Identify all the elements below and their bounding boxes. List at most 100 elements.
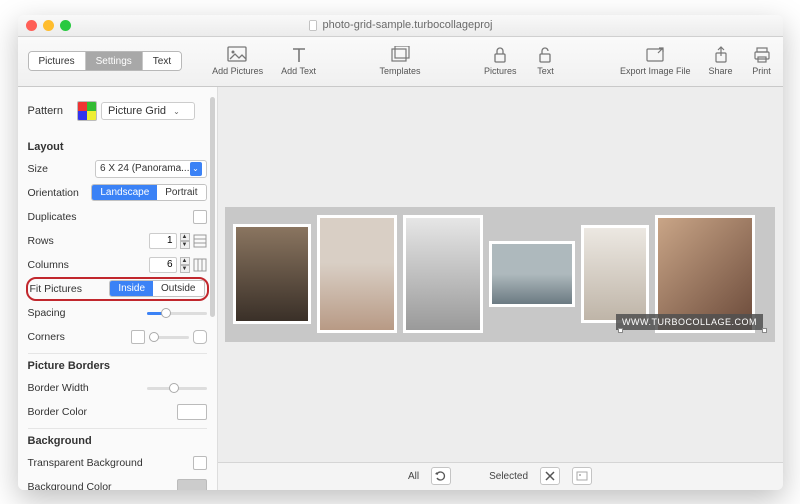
corners-square-icon <box>131 330 145 344</box>
canvas-footer: All Selected <box>218 462 783 490</box>
toolbar-group-export: Export Image File Share Print <box>620 46 773 76</box>
transparent-bg-checkbox[interactable] <box>193 456 207 470</box>
window-title-text: photo-grid-sample.turbocollageproj <box>323 19 493 31</box>
tab-settings[interactable]: Settings <box>86 52 143 70</box>
shuffle-all-button[interactable] <box>431 467 451 485</box>
border-width-slider[interactable] <box>147 381 207 395</box>
toolbar-group-add: Add Pictures Add Text <box>212 46 316 76</box>
corners-label: Corners <box>28 331 65 343</box>
footer-all-label: All <box>408 471 419 482</box>
toolbar: Pictures Settings Text Add Pictures Add … <box>18 37 783 87</box>
document-icon <box>308 20 319 31</box>
rows-input[interactable] <box>149 233 177 249</box>
transparent-bg-label: Transparent Background <box>28 457 143 469</box>
photo-slot-1[interactable] <box>233 224 311 324</box>
watermark-text[interactable]: WWW.TURBOCOLLAGE.COM <box>616 314 763 330</box>
close-button[interactable] <box>26 20 37 31</box>
share-icon <box>710 46 732 64</box>
background-color-label: Background Color <box>28 481 112 490</box>
corners-round-icon <box>193 330 207 344</box>
print-button[interactable]: Print <box>751 46 773 76</box>
text-t-icon <box>288 46 310 64</box>
add-pictures-button[interactable]: Add Pictures <box>212 46 263 76</box>
maximize-button[interactable] <box>60 20 71 31</box>
unlock-icon <box>534 46 556 64</box>
duplicates-label: Duplicates <box>28 211 77 223</box>
orientation-label: Orientation <box>28 187 79 199</box>
corners-slider[interactable] <box>149 330 189 344</box>
columns-label: Columns <box>28 259 69 271</box>
main-tabs: Pictures Settings Text <box>28 51 183 71</box>
lock-icon <box>489 46 511 64</box>
grid-icon <box>193 258 207 272</box>
pattern-label: Pattern <box>28 105 63 117</box>
border-color-well[interactable] <box>177 404 207 420</box>
resize-handle[interactable] <box>762 328 767 333</box>
window-controls <box>26 20 71 31</box>
background-color-row: Background Color <box>28 475 207 490</box>
lock-pictures-button[interactable]: Pictures <box>484 46 517 76</box>
canvas-viewport[interactable]: WWW.TURBOCOLLAGE.COM <box>218 87 783 462</box>
columns-input[interactable] <box>149 257 177 273</box>
print-icon <box>751 46 773 64</box>
fit-pictures-row: Fit Pictures Inside Outside <box>26 277 209 301</box>
orientation-toggle: Landscape Portrait <box>91 184 206 201</box>
pattern-row: Pattern Picture Grid ⌄ <box>28 95 207 135</box>
border-color-label: Border Color <box>28 406 88 418</box>
footer-selected-label: Selected <box>489 471 528 482</box>
corners-row: Corners <box>28 325 207 349</box>
toolbar-group-lock: Pictures Text <box>484 46 557 76</box>
spacing-slider[interactable] <box>147 306 207 320</box>
templates-icon <box>389 46 411 64</box>
spacing-label: Spacing <box>28 307 66 319</box>
canvas-area: WWW.TURBOCOLLAGE.COM All Selected <box>218 87 783 490</box>
lock-text-button[interactable]: Text <box>534 46 556 76</box>
collage-preview[interactable]: WWW.TURBOCOLLAGE.COM <box>225 207 775 342</box>
fit-pictures-toggle: Inside Outside <box>109 280 204 297</box>
size-label: Size <box>28 163 48 175</box>
app-window: photo-grid-sample.turbocollageproj Pictu… <box>18 15 783 490</box>
border-color-row: Border Color <box>28 400 207 424</box>
export-icon <box>644 46 666 64</box>
background-heading: Background <box>28 428 207 451</box>
scrollbar[interactable] <box>210 97 215 317</box>
photo-slot-4[interactable] <box>489 241 575 307</box>
resize-handle[interactable] <box>618 328 623 333</box>
orientation-row: Orientation Landscape Portrait <box>28 181 207 205</box>
columns-stepper[interactable]: ▲▼ <box>180 257 190 273</box>
fit-inside[interactable]: Inside <box>110 281 153 296</box>
rows-label: Rows <box>28 235 54 247</box>
border-width-row: Border Width <box>28 376 207 400</box>
photo-slot-2[interactable] <box>317 215 397 333</box>
fit-pictures-label: Fit Pictures <box>30 283 83 295</box>
size-select[interactable]: 6 X 24 (Panorama...⌄ <box>95 160 207 178</box>
fit-outside[interactable]: Outside <box>153 281 203 296</box>
orientation-portrait[interactable]: Portrait <box>157 185 205 200</box>
duplicates-row: Duplicates <box>28 205 207 229</box>
templates-button[interactable]: Templates <box>379 46 420 76</box>
grid-icon <box>193 234 207 248</box>
layout-heading: Layout <box>28 135 207 157</box>
delete-selected-button[interactable] <box>540 467 560 485</box>
orientation-landscape[interactable]: Landscape <box>92 185 157 200</box>
settings-sidebar: Pattern Picture Grid ⌄ Layout Size 6 X 2… <box>18 87 218 490</box>
pattern-select[interactable]: Picture Grid ⌄ <box>101 102 195 120</box>
share-button[interactable]: Share <box>708 46 732 76</box>
columns-row: Columns ▲▼ <box>28 253 207 277</box>
photo-slot-3[interactable] <box>403 215 483 333</box>
size-row: Size 6 X 24 (Panorama...⌄ <box>28 157 207 181</box>
tab-pictures[interactable]: Pictures <box>29 52 86 70</box>
rows-stepper[interactable]: ▲▼ <box>180 233 190 249</box>
minimize-button[interactable] <box>43 20 54 31</box>
background-color-well[interactable] <box>177 479 207 490</box>
add-text-button[interactable]: Add Text <box>281 46 316 76</box>
export-image-file-button[interactable]: Export Image File <box>620 46 691 76</box>
image-plus-icon <box>227 46 249 64</box>
transparent-bg-row: Transparent Background <box>28 451 207 475</box>
photo-slot-5[interactable] <box>581 225 649 323</box>
rows-row: Rows ▲▼ <box>28 229 207 253</box>
border-width-label: Border Width <box>28 382 89 394</box>
tab-text[interactable]: Text <box>143 52 181 70</box>
replace-selected-button[interactable] <box>572 467 592 485</box>
duplicates-checkbox[interactable] <box>193 210 207 224</box>
